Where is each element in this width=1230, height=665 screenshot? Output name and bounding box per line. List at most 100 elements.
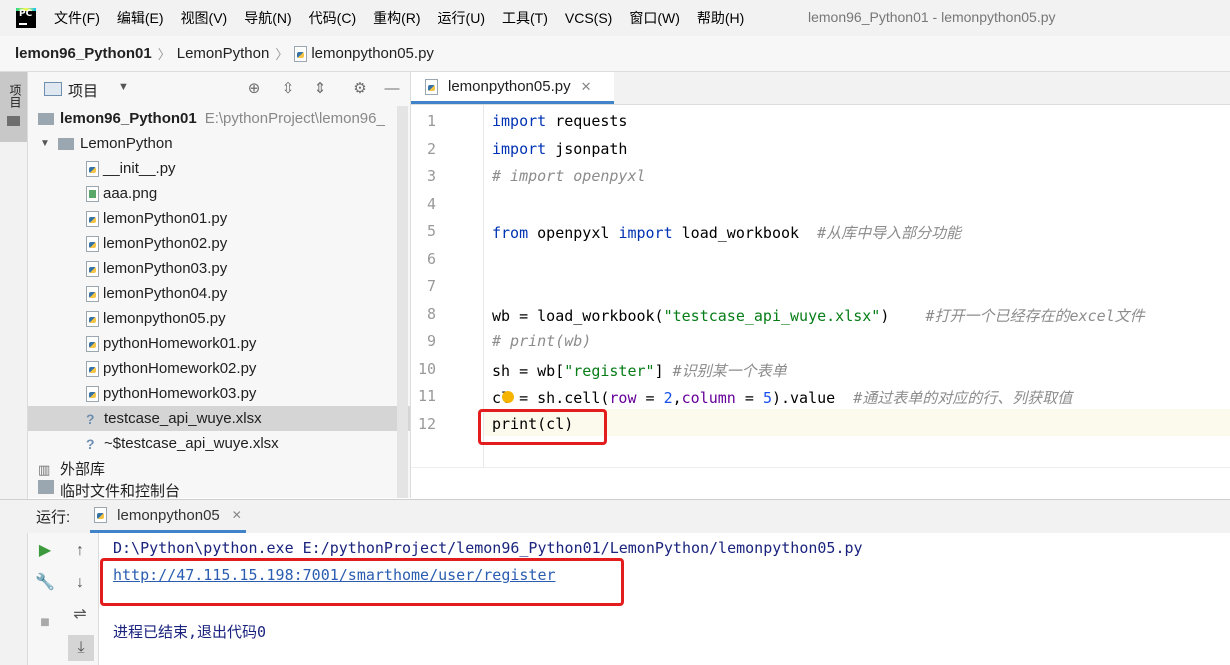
line-number: 4 <box>426 195 436 213</box>
stop-icon[interactable]: ■ <box>35 613 55 633</box>
gear-icon[interactable]: ⚙ <box>352 81 368 97</box>
close-icon[interactable]: ✕ <box>581 79 592 95</box>
code-line: sh = wb["register"] #识别某一个表单 <box>492 362 787 380</box>
chevron-down-icon[interactable]: ▼ <box>118 81 129 93</box>
breadcrumb-separator-icon: 〉 <box>157 47 171 62</box>
tree-file[interactable]: __init__.py <box>28 156 410 181</box>
code-line: cl = sh.cell(row = 2,column = 5).value #… <box>492 389 1073 407</box>
tree-file[interactable]: pythonHomework03.py <box>28 381 410 406</box>
arrow-up-icon[interactable]: ↑ <box>70 541 90 561</box>
python-file-icon <box>86 210 99 227</box>
tree-file[interactable]: lemonPython01.py <box>28 206 410 231</box>
tree-external-libraries[interactable]: ▥ 外部库 <box>28 456 410 481</box>
menu-file[interactable]: 文件(F) <box>54 8 100 28</box>
highlight-box <box>100 558 624 606</box>
close-icon[interactable]: ✕ <box>232 508 242 522</box>
tree-file[interactable]: pythonHomework02.py <box>28 356 410 381</box>
python-file-icon <box>86 385 99 402</box>
python-file-icon <box>425 78 438 95</box>
rerun-icon[interactable]: ▶ <box>35 541 55 561</box>
editor-tab-bar: lemonpython05.py ✕ <box>411 72 1230 105</box>
folder-icon <box>58 137 74 150</box>
python-file-icon <box>86 160 99 177</box>
file-name: lemonPython01.py <box>103 210 228 227</box>
file-name: lemonPython04.py <box>103 285 228 302</box>
unknown-file-icon: ? <box>86 410 95 427</box>
tree-file[interactable]: lemonpython05.py <box>28 306 410 331</box>
tree-file[interactable]: lemonPython04.py <box>28 281 410 306</box>
tree-scratches[interactable]: 临时文件和控制台 <box>28 480 410 498</box>
line-number: 1 <box>426 112 436 130</box>
tree-file[interactable]: aaa.png <box>28 181 410 206</box>
collapse-all-icon[interactable]: ⇕ <box>312 81 328 97</box>
menu-tools[interactable]: 工具(T) <box>502 8 548 28</box>
file-name: pythonHomework03.py <box>103 385 257 402</box>
editor-tab-active[interactable]: lemonpython05.py ✕ <box>411 72 614 104</box>
external-libs-label: 外部库 <box>60 461 106 478</box>
arrow-down-icon[interactable]: ↓ <box>70 573 90 593</box>
file-name: lemonPython03.py <box>103 260 228 277</box>
line-number: 2 <box>426 140 436 158</box>
file-name: lemonpython05.py <box>103 310 226 327</box>
folder-icon <box>38 112 54 125</box>
scratch-icon <box>38 480 54 494</box>
editor-tab-label: lemonpython05.py <box>448 78 571 95</box>
project-root-path: E:\pythonProject\lemon96_ <box>204 110 385 127</box>
breadcrumb-folder[interactable]: LemonPython <box>177 45 270 62</box>
breadcrumb: lemon96_Python01 〉 LemonPython 〉 lemonpy… <box>0 36 1230 72</box>
run-toolbar: ▶ ↑ 🔧 ↓ ■ ⇌ ⤓ <box>28 533 99 665</box>
console-exit-message: 进程已结束,退出代码0 <box>113 623 267 641</box>
run-label: 运行: <box>36 509 71 526</box>
breadcrumb-file[interactable]: lemonpython05.py <box>311 45 434 62</box>
menu-view[interactable]: 视图(V) <box>181 8 228 28</box>
tree-file[interactable]: lemonPython02.py <box>28 231 410 256</box>
wrench-icon[interactable]: 🔧 <box>35 573 55 593</box>
project-panel: 项目 ▼ ⊕ ⇳ ⇕ ⚙ — lemon96_Python01 E:\pytho… <box>28 72 411 498</box>
tree-file-selected[interactable]: ? testcase_api_wuye.xlsx <box>28 406 410 431</box>
soft-wrap-icon[interactable]: ⇌ <box>70 605 90 625</box>
pycharm-logo-icon: PC <box>16 8 36 28</box>
unknown-file-icon: ? <box>86 435 95 452</box>
menu-window[interactable]: 窗口(W) <box>629 8 680 28</box>
project-panel-title[interactable]: 项目 <box>68 80 98 101</box>
menu-refactor[interactable]: 重构(R) <box>373 8 420 28</box>
tree-file[interactable]: pythonHomework01.py <box>28 331 410 356</box>
line-number: 3 <box>426 167 436 185</box>
chevron-down-icon[interactable]: ▼ <box>38 138 52 149</box>
tree-folder-lemonpython[interactable]: ▼ LemonPython <box>28 131 410 156</box>
run-tab[interactable]: lemonpython05 ✕ <box>90 500 246 533</box>
breadcrumb-project[interactable]: lemon96_Python01 <box>15 45 152 62</box>
line-number: 12 <box>417 415 436 433</box>
editor-empty-area <box>411 467 1230 499</box>
breadcrumb-separator-icon: 〉 <box>275 47 289 62</box>
menu-edit[interactable]: 编辑(E) <box>117 8 164 28</box>
project-root-name: lemon96_Python01 <box>60 110 197 127</box>
menu-bar: PC 文件(F) 编辑(E) 视图(V) 导航(N) 代码(C) 重构(R) 运… <box>0 0 1230 36</box>
folder-name: LemonPython <box>80 135 173 152</box>
file-name: ~$testcase_api_wuye.xlsx <box>104 435 279 452</box>
menu-code[interactable]: 代码(C) <box>309 8 356 28</box>
python-file-icon <box>86 310 99 327</box>
minimize-icon[interactable]: — <box>384 81 400 97</box>
code-line: wb = load_workbook("testcase_api_wuye.xl… <box>492 307 1145 325</box>
bottom-left-stripe <box>0 533 28 665</box>
code-line: import jsonpath <box>492 140 628 158</box>
lightbulb-icon[interactable] <box>502 391 514 403</box>
menu-help[interactable]: 帮助(H) <box>697 8 744 28</box>
locate-icon[interactable]: ⊕ <box>246 81 262 97</box>
python-file-icon <box>86 285 99 302</box>
tree-root-project[interactable]: lemon96_Python01 E:\pythonProject\lemon9… <box>28 106 410 131</box>
file-name: testcase_api_wuye.xlsx <box>104 410 262 427</box>
menu-vcs[interactable]: VCS(S) <box>565 10 612 26</box>
expand-all-icon[interactable]: ⇳ <box>280 81 296 97</box>
file-name: aaa.png <box>103 185 158 202</box>
code-line: import requests <box>492 112 628 130</box>
scrollbar[interactable] <box>397 106 408 498</box>
menu-navigate[interactable]: 导航(N) <box>244 8 291 28</box>
tree-file[interactable]: ? ~$testcase_api_wuye.xlsx <box>28 431 410 456</box>
tree-file[interactable]: lemonPython03.py <box>28 256 410 281</box>
line-number: 7 <box>426 277 436 295</box>
menu-run[interactable]: 运行(U) <box>438 8 485 28</box>
code-line: # import openpyxl <box>492 167 646 185</box>
scroll-to-end-icon[interactable]: ⤓ <box>68 635 94 661</box>
